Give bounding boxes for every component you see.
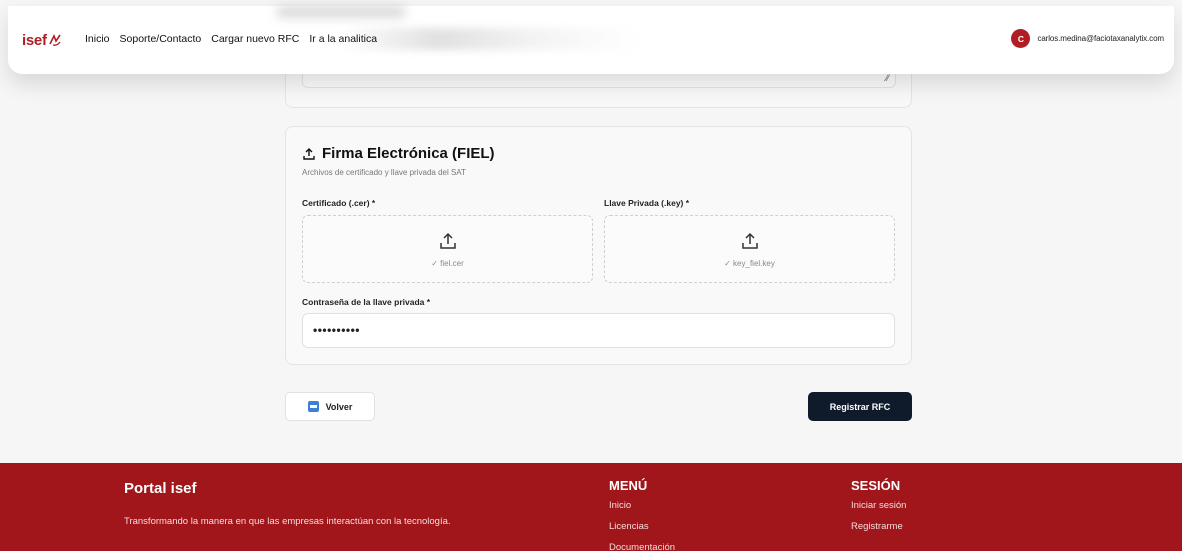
logo-text: isef <box>22 32 47 49</box>
blurred-region <box>276 6 406 18</box>
footer-menu: MENÚ Inicio Licencias Documentación <box>609 478 675 551</box>
nav-soporte[interactable]: Soporte/Contacto <box>120 33 202 45</box>
resize-handle-icon[interactable]: ⁄⁄ <box>886 73 889 83</box>
logo-mark-icon <box>48 34 61 46</box>
key-dropzone[interactable]: ✓ key_fiel.key <box>604 215 895 283</box>
password-label: Contraseña de la llave privada * <box>302 297 431 307</box>
avatar[interactable]: C <box>1011 29 1031 48</box>
footer-menu-title: MENÚ <box>609 478 648 493</box>
register-rfc-button[interactable]: Registrar RFC <box>808 392 912 421</box>
cert-filename: ✓ fiel.cer <box>431 258 464 268</box>
fiel-card: Firma Electrónica (FIEL) Archivos de cer… <box>285 126 912 365</box>
key-label: Llave Privada (.key) * <box>604 198 690 208</box>
upload-icon <box>439 232 456 249</box>
user-email: carlos.medina@faciotaxanalytix.com <box>1037 34 1164 43</box>
footer-link-login[interactable]: Iniciar sesión <box>851 495 906 516</box>
fiel-subtitle: Archivos de certificado y llave privada … <box>302 168 466 177</box>
back-button-label: Volver <box>325 401 353 412</box>
isef-logo[interactable]: isef <box>22 32 62 49</box>
fiel-title-text: Firma Electrónica (FIEL) <box>322 145 495 162</box>
back-arrow-icon <box>307 401 319 412</box>
footer-session-title: SESIÓN <box>851 478 901 493</box>
fiel-title: Firma Electrónica (FIEL) <box>302 145 495 162</box>
upload-icon <box>303 147 315 160</box>
footer-link-documentacion[interactable]: Documentación <box>609 537 675 551</box>
footer-link-inicio[interactable]: Inicio <box>609 495 675 516</box>
key-filename: ✓ key_fiel.key <box>724 258 775 268</box>
password-field[interactable]: •••••••••• <box>302 313 895 348</box>
nav-cargar-rfc[interactable]: Cargar nuevo RFC <box>211 33 299 45</box>
footer-link-licencias[interactable]: Licencias <box>609 516 675 537</box>
nav-inicio[interactable]: Inicio <box>85 33 110 45</box>
upload-icon <box>741 232 758 249</box>
cert-dropzone[interactable]: ✓ fiel.cer <box>302 215 593 283</box>
top-navbar: isef Inicio Soporte/Contacto Cargar nuev… <box>8 6 1174 74</box>
footer: Portal isef Transformando la manera en q… <box>0 463 1182 551</box>
main-nav: Inicio Soporte/Contacto Cargar nuevo RFC… <box>85 33 387 45</box>
footer-link-register[interactable]: Registrarme <box>851 516 906 537</box>
cert-label: Certificado (.cer) * <box>302 198 376 208</box>
footer-session: SESIÓN Iniciar sesión Registrarme <box>851 478 906 537</box>
user-menu[interactable]: C carlos.medina@faciotaxanalytix.com <box>1011 29 1164 48</box>
footer-description: Transformando la manera en que las empre… <box>124 516 451 527</box>
nav-analitica[interactable]: Ir a la analitica <box>309 33 377 45</box>
back-button[interactable]: Volver <box>285 392 375 421</box>
footer-title: Portal isef <box>124 480 197 497</box>
